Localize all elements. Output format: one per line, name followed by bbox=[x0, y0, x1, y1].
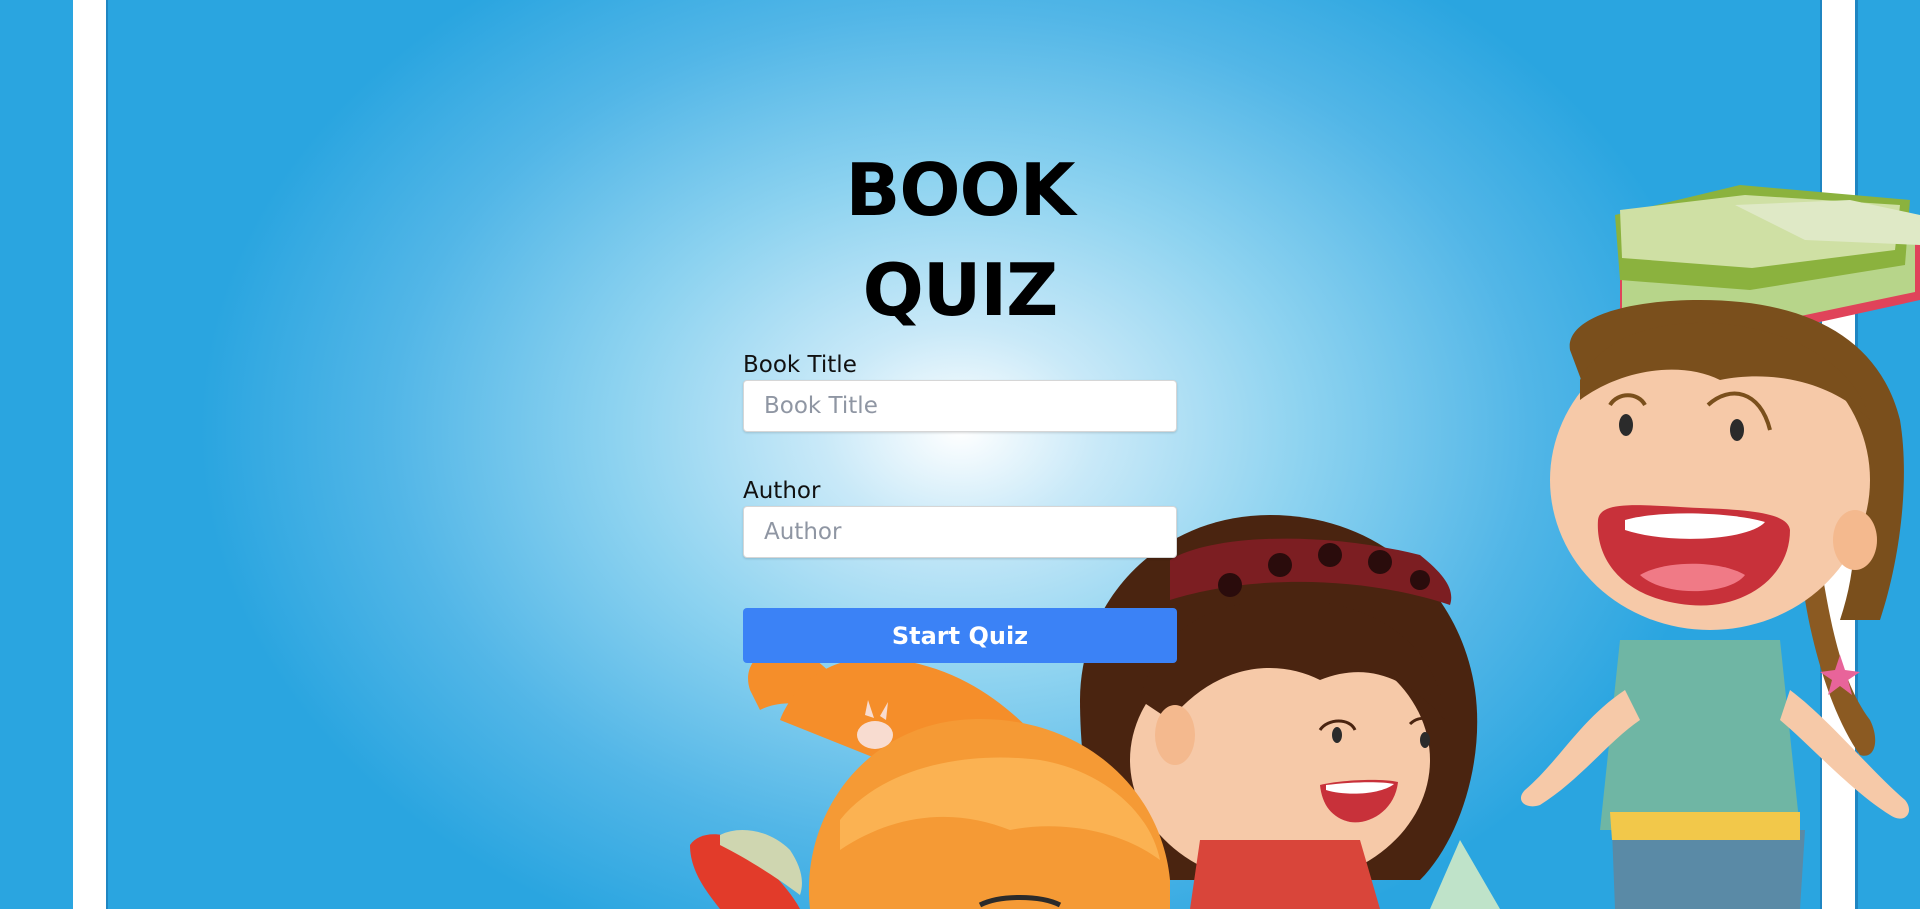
start-quiz-button[interactable]: Start Quiz bbox=[743, 608, 1177, 663]
page-title: BOOK QUIZ bbox=[845, 148, 1075, 332]
book-title-group: Book Title bbox=[743, 350, 1177, 432]
quiz-form: BOOK QUIZ Book Title Author Start Quiz bbox=[743, 140, 1177, 663]
author-input[interactable] bbox=[743, 506, 1177, 558]
author-group: Author bbox=[743, 476, 1177, 558]
book-title-input[interactable] bbox=[743, 380, 1177, 432]
book-title-label: Book Title bbox=[743, 352, 857, 378]
author-label: Author bbox=[743, 478, 821, 504]
